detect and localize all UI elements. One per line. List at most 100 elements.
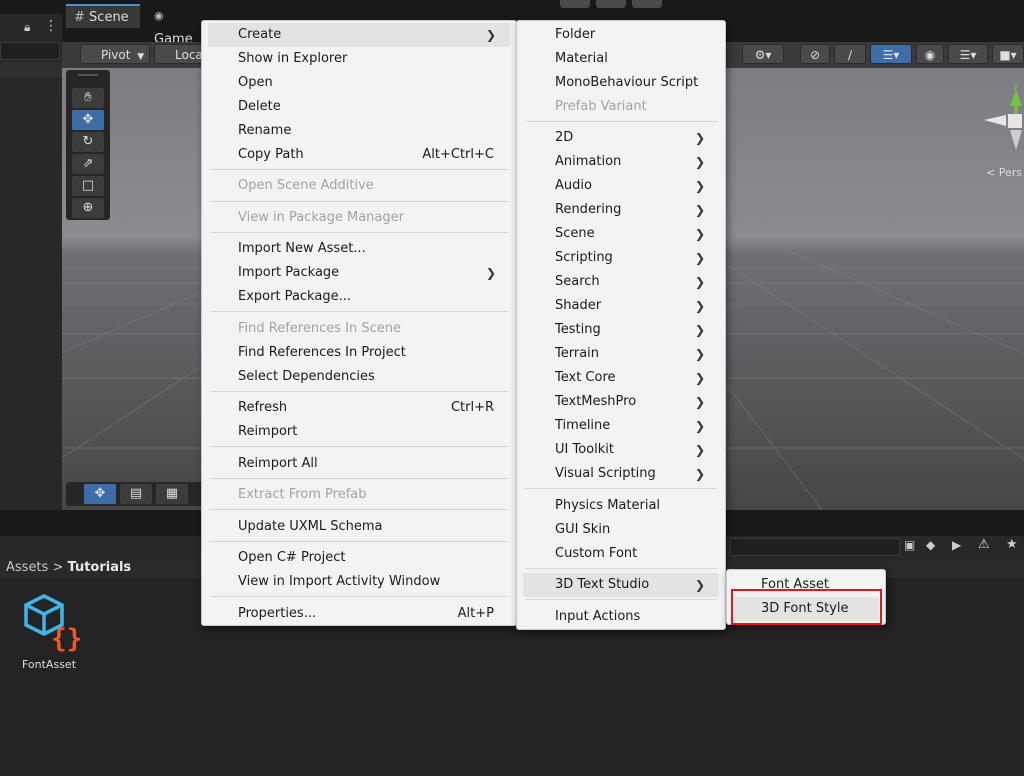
menu-item-export-package[interactable]: Export Package... — [208, 285, 510, 309]
menu-item-delete[interactable]: Delete — [208, 95, 510, 119]
pause-button[interactable] — [596, 0, 626, 8]
menu-item-label: Folder — [555, 27, 596, 42]
create-item-rendering[interactable]: Rendering ❯ — [523, 198, 719, 222]
create-item-monobehaviour-script[interactable]: MonoBehaviour Script — [523, 71, 719, 95]
create-item-terrain[interactable]: Terrain ❯ — [523, 342, 719, 366]
asset-name-fontasset[interactable]: FontAsset — [14, 658, 84, 671]
menu-item-open-csharp-project[interactable]: Open C# Project — [208, 546, 510, 570]
create-item-scene[interactable]: Scene ❯ — [523, 222, 719, 246]
create-item-3d-text-studio[interactable]: 3D Text Studio ❯ — [523, 573, 719, 597]
rect-tool-icon[interactable]: □ — [72, 176, 104, 196]
warning-icon[interactable]: ⚠ — [978, 537, 990, 552]
orientation-gizmo[interactable]: y < Pers — [976, 76, 1024, 176]
create-item-testing[interactable]: Testing ❯ — [523, 318, 719, 342]
audio-mute-icon[interactable]: ⊘ — [800, 44, 830, 64]
bug-icon[interactable]: ⚙▾ — [742, 44, 784, 64]
create-item-visual-scripting[interactable]: Visual Scripting ❯ — [523, 462, 719, 486]
layers-icon[interactable]: ☰▾ — [948, 44, 988, 64]
create-item-custom-font[interactable]: Custom Font — [523, 542, 719, 566]
fx-icon[interactable]: ∕ — [834, 44, 866, 64]
menu-item-update-uxml-schema[interactable]: Update UXML Schema — [208, 515, 510, 539]
hand-tool-icon[interactable]: ✋︎ — [72, 88, 104, 108]
font-asset-icon[interactable]: {} — [22, 592, 86, 652]
menu-item-reimport-all[interactable]: Reimport All — [208, 452, 510, 476]
move-tool-icon[interactable]: ✥ — [72, 110, 104, 130]
create-item-timeline[interactable]: Timeline ❯ — [523, 414, 719, 438]
create-item-animation[interactable]: Animation ❯ — [523, 150, 719, 174]
create-item-prefab-variant: Prefab Variant — [523, 95, 719, 119]
play-button[interactable] — [560, 0, 590, 8]
search-filter-icon[interactable]: ▣ — [904, 538, 915, 552]
hierarchy-row[interactable] — [0, 62, 62, 79]
persp-label[interactable]: < Pers — [986, 166, 1022, 176]
gizmo-center — [1008, 114, 1022, 128]
label-icon[interactable]: ▶ — [952, 538, 961, 552]
breadcrumb-assets[interactable]: Assets — [6, 560, 48, 575]
transform-tool-icon[interactable]: ⊕ — [72, 198, 104, 218]
create-item-ui-toolkit[interactable]: UI Toolkit ❯ — [523, 438, 719, 462]
layers-blue-icon[interactable]: ☰▾ — [870, 44, 912, 64]
visibility-icon[interactable]: ◉ — [916, 44, 944, 64]
project-search-input[interactable] — [730, 538, 900, 556]
lock-icon[interactable]: 🔒︎ — [24, 20, 30, 35]
tab-scene[interactable]: # Scene — [66, 4, 140, 28]
menu-item-refresh[interactable]: Refresh Ctrl+R — [208, 396, 510, 420]
menu-item-rename[interactable]: Rename — [208, 119, 510, 143]
chevron-right-icon: ❯ — [694, 323, 705, 337]
pivot-dropdown[interactable]: Pivot ▼ — [80, 44, 150, 64]
context-menu: Create ❯ Show in Explorer Open Delete Ren… — [201, 20, 517, 626]
move-snap-icon[interactable]: ✥ — [84, 484, 116, 504]
menu-item-label: View in Package Manager — [238, 210, 404, 225]
tab-game[interactable]: ◉ Game — [150, 4, 202, 47]
rotate-tool-icon[interactable]: ↻ — [72, 132, 104, 152]
chevron-right-icon: ❯ — [694, 395, 705, 409]
menu-separator — [210, 391, 508, 392]
scale-tool-icon[interactable]: ⇗ — [72, 154, 104, 174]
menu-item-select-dependencies[interactable]: Select Dependencies — [208, 365, 510, 389]
menu-item-find-references-in-project[interactable]: Find References In Project — [208, 341, 510, 365]
menu-item-label: Prefab Variant — [555, 99, 647, 114]
local-dropdown[interactable]: Loca — [154, 44, 202, 64]
create-item-folder[interactable]: Folder — [523, 23, 719, 47]
menu-item-properties[interactable]: Properties... Alt+P — [208, 602, 510, 626]
more-icon[interactable]: ⋮ — [44, 18, 58, 34]
create-item-2d[interactable]: 2D ❯ — [523, 126, 719, 150]
menu-item-reimport[interactable]: Reimport — [208, 420, 510, 444]
annotation-highlight-box — [731, 589, 882, 625]
create-item-physics-material[interactable]: Physics Material — [523, 494, 719, 518]
create-item-input-actions[interactable]: Input Actions — [523, 605, 719, 629]
filter-by-type-icon[interactable]: ◆ — [926, 538, 935, 552]
tab-scene-label: Scene — [89, 10, 129, 25]
gizmo-y-cone — [1010, 90, 1022, 106]
palette-grip[interactable] — [78, 74, 98, 76]
menu-item-create[interactable]: Create ❯ — [208, 23, 510, 47]
create-item-audio[interactable]: Audio ❯ — [523, 174, 719, 198]
menu-item-import-new-asset[interactable]: Import New Asset... — [208, 237, 510, 261]
create-item-search[interactable]: Search ❯ — [523, 270, 719, 294]
breadcrumb-tutorials[interactable]: Tutorials — [68, 560, 132, 575]
create-item-gui-skin[interactable]: GUI Skin — [523, 518, 719, 542]
grid-visibility-icon[interactable]: ▦ — [156, 484, 188, 504]
create-item-shader[interactable]: Shader ❯ — [523, 294, 719, 318]
create-item-scripting[interactable]: Scripting ❯ — [523, 246, 719, 270]
menu-item-view-in-import-activity[interactable]: View in Import Activity Window — [208, 570, 510, 594]
favorite-icon[interactable]: ★ — [1006, 537, 1018, 552]
menu-item-label: Terrain — [555, 346, 600, 361]
menu-item-label: Search — [555, 274, 600, 289]
menu-item-open[interactable]: Open — [208, 71, 510, 95]
create-item-material[interactable]: Material — [523, 47, 719, 71]
create-item-textmeshpro[interactable]: TextMeshPro ❯ — [523, 390, 719, 414]
breadcrumb-separator: > — [52, 560, 64, 575]
hierarchy-search-input[interactable] — [0, 42, 60, 60]
camera-icon[interactable]: ■▾ — [992, 44, 1024, 64]
menu-item-label: Open C# Project — [238, 550, 346, 565]
step-button[interactable] — [632, 0, 662, 8]
chevron-right-icon: ❯ — [694, 179, 705, 193]
create-item-text-core[interactable]: Text Core ❯ — [523, 366, 719, 390]
menu-item-copy-path[interactable]: Copy Path Alt+Ctrl+C — [208, 143, 510, 167]
menu-item-import-package[interactable]: Import Package ❯ — [208, 261, 510, 285]
local-label: Loca — [175, 48, 202, 62]
grid-snap-icon[interactable]: ▤ — [120, 484, 152, 504]
breadcrumb: Assets > Tutorials — [6, 560, 131, 576]
menu-item-show-in-explorer[interactable]: Show in Explorer — [208, 47, 510, 71]
